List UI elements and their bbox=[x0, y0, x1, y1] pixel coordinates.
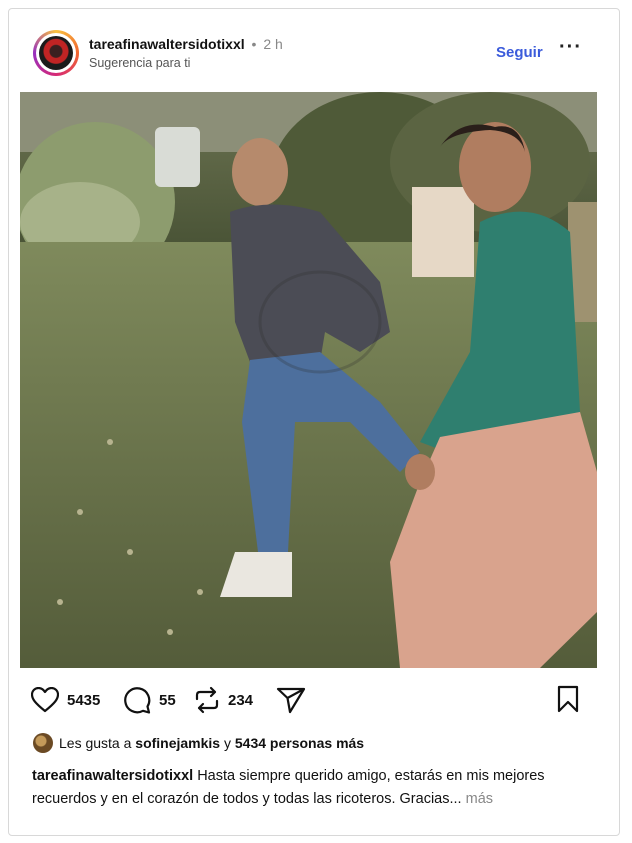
comment-icon bbox=[124, 687, 151, 714]
profile-avatar[interactable] bbox=[33, 30, 79, 76]
repost-count: 234 bbox=[228, 691, 254, 709]
post-author-line: tareafinawaltersidotixxl • 2 h bbox=[89, 36, 283, 52]
follow-button[interactable]: Seguir bbox=[496, 44, 543, 61]
caption-username[interactable]: tareafinawaltersidotixxl bbox=[32, 768, 193, 784]
username-link[interactable]: tareafinawaltersidotixxl bbox=[89, 36, 245, 52]
repost-icon bbox=[195, 686, 219, 714]
likes-summary: Les gusta a sofinejamkis y 5434 personas… bbox=[33, 733, 364, 753]
paper-plane-icon bbox=[276, 687, 306, 714]
repost-button[interactable]: 234 bbox=[194, 685, 253, 715]
like-count: 5435 bbox=[67, 691, 101, 709]
likes-prefix: Les gusta a bbox=[59, 735, 132, 751]
likes-others-link[interactable]: 5434 personas más bbox=[235, 735, 364, 751]
post-time[interactable]: 2 h bbox=[263, 36, 282, 52]
post-caption: tareafinawaltersidotixxl Hasta siempre q… bbox=[32, 765, 592, 811]
more-options-icon[interactable]: ··· bbox=[559, 36, 585, 66]
likes-connector: y bbox=[224, 735, 231, 751]
separator-dot: • bbox=[251, 36, 257, 52]
like-button[interactable]: 5435 bbox=[31, 685, 100, 715]
comment-count: 55 bbox=[159, 691, 176, 709]
suggestion-label: Sugerencia para ti bbox=[89, 56, 191, 70]
caption-more-link[interactable]: más bbox=[466, 791, 493, 807]
liker-avatar[interactable] bbox=[33, 733, 53, 753]
share-button[interactable] bbox=[276, 685, 306, 715]
liker-username[interactable]: sofinejamkis bbox=[135, 735, 220, 751]
post-image[interactable] bbox=[20, 92, 597, 668]
post-actions-bar: 5435 55 234 bbox=[31, 685, 591, 717]
save-button[interactable] bbox=[556, 685, 580, 718]
comment-button[interactable]: 55 bbox=[123, 685, 176, 715]
post-photo-illustration bbox=[20, 92, 597, 668]
heart-icon bbox=[31, 687, 59, 713]
bookmark-icon bbox=[557, 685, 579, 713]
